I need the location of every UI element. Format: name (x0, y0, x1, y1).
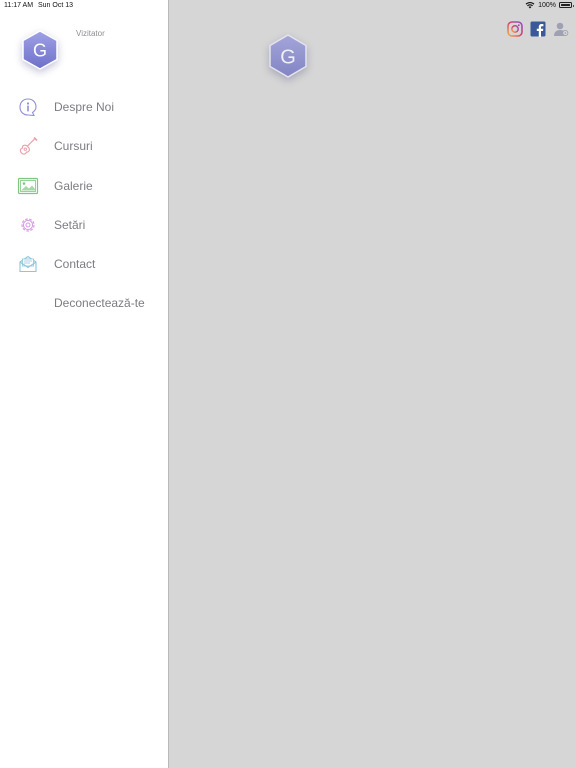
main-overlay[interactable] (170, 0, 576, 768)
menu-label-setari: Setări (54, 218, 86, 232)
menu-item-logout[interactable]: Deconectează-te (0, 287, 168, 319)
status-time: 11:17 AM (4, 2, 34, 9)
menu-label-despre-noi: Despre Noi (54, 100, 115, 114)
user-avatar[interactable]: G (20, 30, 60, 70)
guitar-icon (19, 136, 38, 155)
menu-label-contact: Contact (54, 257, 96, 271)
avatar-letter: G (33, 41, 47, 61)
menu-label-logout: Deconectează-te (54, 296, 145, 310)
status-date: Sun Oct 13 (38, 2, 74, 9)
app-logo: G (269, 34, 307, 78)
user-label: Vizitator (76, 29, 105, 38)
info-icon (19, 98, 37, 117)
mail-icon (19, 255, 37, 273)
menu-item-setari[interactable]: Setări (0, 209, 168, 241)
battery-percent: 100% (538, 1, 556, 9)
facebook-icon[interactable] (530, 21, 546, 37)
menu-item-galerie[interactable]: Galerie (0, 170, 168, 202)
status-indicators: 100% (525, 1, 574, 9)
instagram-icon[interactable] (507, 21, 523, 37)
status-bar: 11:17 AM Sun Oct 13 100% (0, 0, 576, 12)
menu-label-cursuri: Cursuri (54, 139, 93, 153)
menu-label-galerie: Galerie (54, 179, 93, 193)
user-icon[interactable] (553, 21, 569, 37)
menu-item-despre-noi[interactable]: Despre Noi (0, 91, 168, 123)
side-menu: G Vizitator Despre Noi Cursuri Galerie S… (0, 0, 169, 768)
image-icon (17, 177, 39, 195)
gear-icon (21, 218, 35, 232)
wifi-icon (525, 2, 535, 9)
menu-item-contact[interactable]: Contact (0, 248, 168, 280)
battery-icon (559, 2, 574, 8)
menu-item-cursuri[interactable]: Cursuri (0, 130, 168, 162)
logo-letter: G (280, 47, 296, 69)
